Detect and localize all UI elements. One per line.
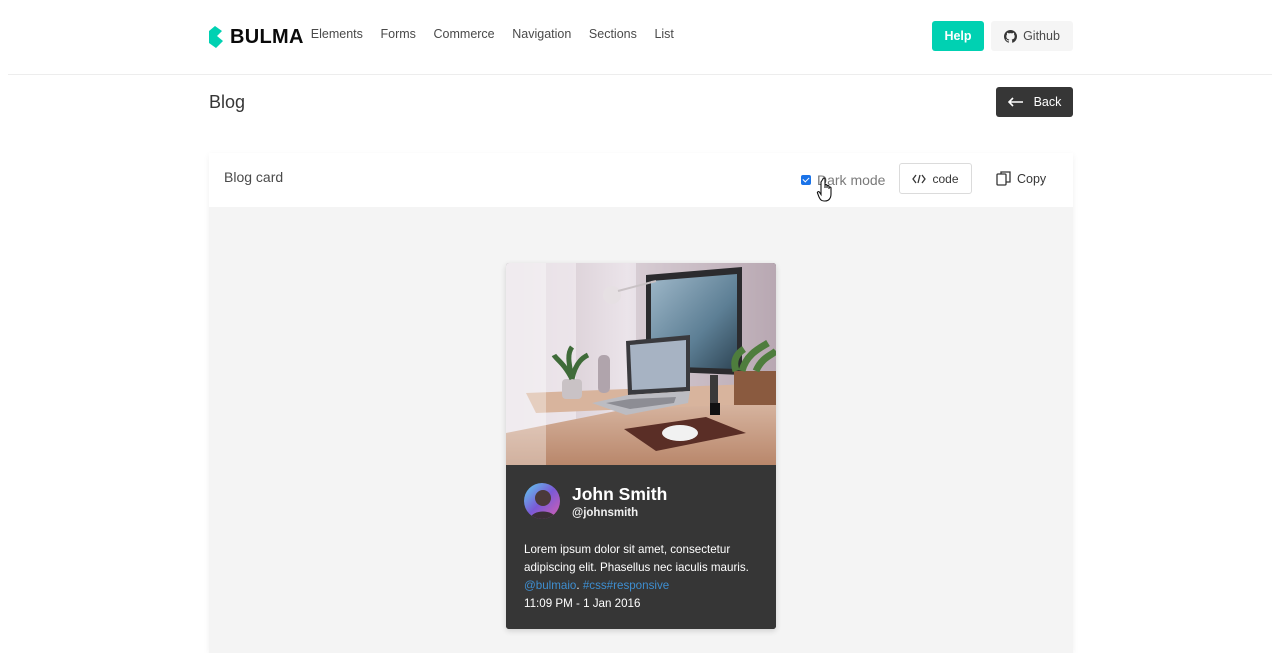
tags-link[interactable]: #css#responsive bbox=[583, 579, 669, 592]
copy-button[interactable]: Copy bbox=[996, 163, 1048, 194]
code-button[interactable]: code bbox=[899, 163, 972, 194]
post-time: 11:09 PM - 1 Jan 2016 bbox=[524, 597, 641, 610]
brand-name: BULMA bbox=[230, 25, 304, 48]
showcase-header: Blog card Dark mode code Copy bbox=[209, 153, 1073, 207]
navbar-divider bbox=[8, 74, 1272, 75]
copy-label: Copy bbox=[1017, 171, 1047, 186]
hand-pointer-icon bbox=[816, 177, 832, 202]
blog-card: John Smith @johnsmith Lorem ipsum dolor … bbox=[506, 263, 776, 629]
showcase-panel: Blog card Dark mode code Copy John Smith… bbox=[209, 153, 1073, 653]
dark-mode-toggle[interactable]: Dark mode bbox=[801, 172, 885, 188]
code-icon bbox=[912, 174, 927, 183]
github-icon bbox=[1004, 29, 1018, 43]
github-label: Github bbox=[1023, 29, 1060, 43]
card-content: Lorem ipsum dolor sit amet, consectetur … bbox=[524, 541, 764, 613]
bulma-logo-icon bbox=[209, 26, 223, 48]
nav-item-forms[interactable]: Forms bbox=[381, 27, 416, 41]
copy-icon bbox=[996, 171, 1011, 186]
author-name: John Smith bbox=[572, 484, 668, 504]
nav-item-sections[interactable]: Sections bbox=[589, 27, 637, 41]
author-handle[interactable]: @johnsmith bbox=[572, 507, 638, 519]
back-button[interactable]: Back bbox=[996, 87, 1073, 117]
showcase-title: Blog card bbox=[224, 169, 284, 185]
github-button[interactable]: Github bbox=[991, 21, 1073, 51]
avatar bbox=[524, 483, 560, 519]
arrow-left-icon bbox=[1007, 97, 1023, 107]
nav-item-elements[interactable]: Elements bbox=[311, 27, 363, 41]
top-navbar: BULMA Elements Forms Commerce Navigation… bbox=[0, 0, 1280, 76]
nav-item-list[interactable]: List bbox=[654, 27, 673, 41]
text-separator: . bbox=[576, 579, 580, 592]
page-title: Blog bbox=[209, 92, 246, 112]
nav-menu: Elements Forms Commerce Navigation Secti… bbox=[302, 27, 683, 41]
brand-logo[interactable]: BULMA bbox=[208, 24, 304, 50]
card-text: Lorem ipsum dolor sit amet, consectetur … bbox=[524, 543, 749, 574]
code-label: code bbox=[932, 171, 959, 186]
card-body: John Smith @johnsmith Lorem ipsum dolor … bbox=[506, 465, 776, 629]
mention-link[interactable]: @bulmaio bbox=[524, 579, 576, 592]
nav-item-commerce[interactable]: Commerce bbox=[434, 27, 495, 41]
dark-mode-checkbox[interactable] bbox=[801, 175, 811, 185]
back-label: Back bbox=[1033, 95, 1062, 109]
help-button[interactable]: Help bbox=[932, 21, 984, 51]
nav-item-navigation[interactable]: Navigation bbox=[512, 27, 571, 41]
desk-workspace-image bbox=[506, 263, 776, 465]
